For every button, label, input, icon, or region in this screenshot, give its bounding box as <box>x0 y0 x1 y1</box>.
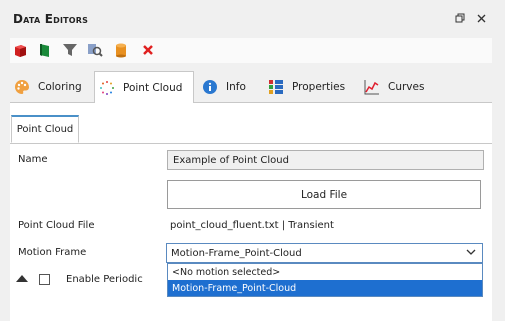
curves-icon <box>364 79 380 95</box>
tab-coloring[interactable]: Coloring <box>10 71 94 103</box>
name-label: Name <box>18 154 48 165</box>
title-bar: Data Editors <box>0 0 505 36</box>
point-cloud-icon <box>99 80 115 96</box>
enable-periodic-label: Enable Periodic <box>66 274 143 285</box>
tab-label: Properties <box>292 81 346 93</box>
tab-point-cloud[interactable]: Point Cloud <box>94 71 194 104</box>
tab-label: Curves <box>388 81 425 93</box>
database-icon[interactable] <box>113 42 129 58</box>
motion-frame-label: Motion Frame <box>18 247 87 258</box>
filter-icon[interactable] <box>62 42 78 58</box>
info-icon <box>202 79 218 95</box>
undock-icon[interactable] <box>453 11 467 25</box>
tab-info[interactable]: Info <box>198 71 260 103</box>
green-flag-icon[interactable] <box>37 42 53 58</box>
name-field[interactable]: Example of Point Cloud <box>167 150 484 170</box>
toolbar <box>10 38 492 63</box>
tab-properties[interactable]: Properties <box>264 71 356 103</box>
dropdown-option-motion-frame[interactable]: Motion-Frame_Point-Cloud <box>168 280 482 296</box>
delete-icon[interactable] <box>140 42 156 58</box>
tab-label: Coloring <box>38 81 82 93</box>
chevron-down-icon <box>466 247 476 257</box>
point-cloud-panel: Point Cloud Name Example of Point Cloud … <box>10 103 492 321</box>
enable-periodic-checkbox[interactable] <box>39 274 50 285</box>
window-title: Data Editors <box>13 12 89 26</box>
properties-icon <box>268 79 284 95</box>
search-data-icon[interactable] <box>87 42 103 58</box>
motion-frame-dropdown: <No motion selected> Motion-Frame_Point-… <box>167 263 483 297</box>
point-cloud-file-value: point_cloud_fluent.txt | Transient <box>170 220 334 231</box>
tab-label: Info <box>226 81 246 93</box>
palette-icon <box>14 79 30 95</box>
tab-label: Point Cloud <box>123 81 183 94</box>
subtab-point-cloud[interactable]: Point Cloud <box>11 115 79 143</box>
dropdown-option-none[interactable]: <No motion selected> <box>168 264 482 280</box>
collapse-triangle-icon[interactable] <box>16 275 28 282</box>
red-cube-icon[interactable] <box>12 42 28 58</box>
tab-bar: Coloring Point Cloud Info Properties Cur… <box>10 71 492 104</box>
load-file-button[interactable]: Load File <box>167 180 481 209</box>
subtab-divider <box>10 143 492 144</box>
point-cloud-file-label: Point Cloud File <box>18 220 95 231</box>
close-icon[interactable] <box>474 11 488 25</box>
tab-curves[interactable]: Curves <box>360 71 440 103</box>
motion-frame-select[interactable]: Motion-Frame_Point-Cloud <box>166 243 483 263</box>
motion-frame-value: Motion-Frame_Point-Cloud <box>171 247 302 259</box>
